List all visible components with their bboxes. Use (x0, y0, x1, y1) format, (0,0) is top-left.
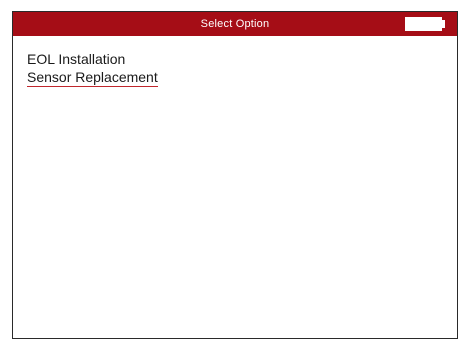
device-screen: Select Option EOL Installation Sensor Re… (12, 11, 458, 339)
battery-terminal-icon (442, 20, 445, 28)
menu-item-eol-installation[interactable]: EOL Installation (27, 51, 158, 69)
screen-title: Select Option (200, 18, 270, 30)
menu-item-label-selected: Sensor Replacement (27, 69, 158, 87)
battery-icon (405, 17, 442, 31)
menu-item-sensor-replacement[interactable]: Sensor Replacement (27, 69, 158, 87)
menu-item-label: EOL Installation (27, 51, 126, 67)
option-menu: EOL Installation Sensor Replacement (27, 51, 158, 87)
title-bar: Select Option (13, 12, 457, 36)
